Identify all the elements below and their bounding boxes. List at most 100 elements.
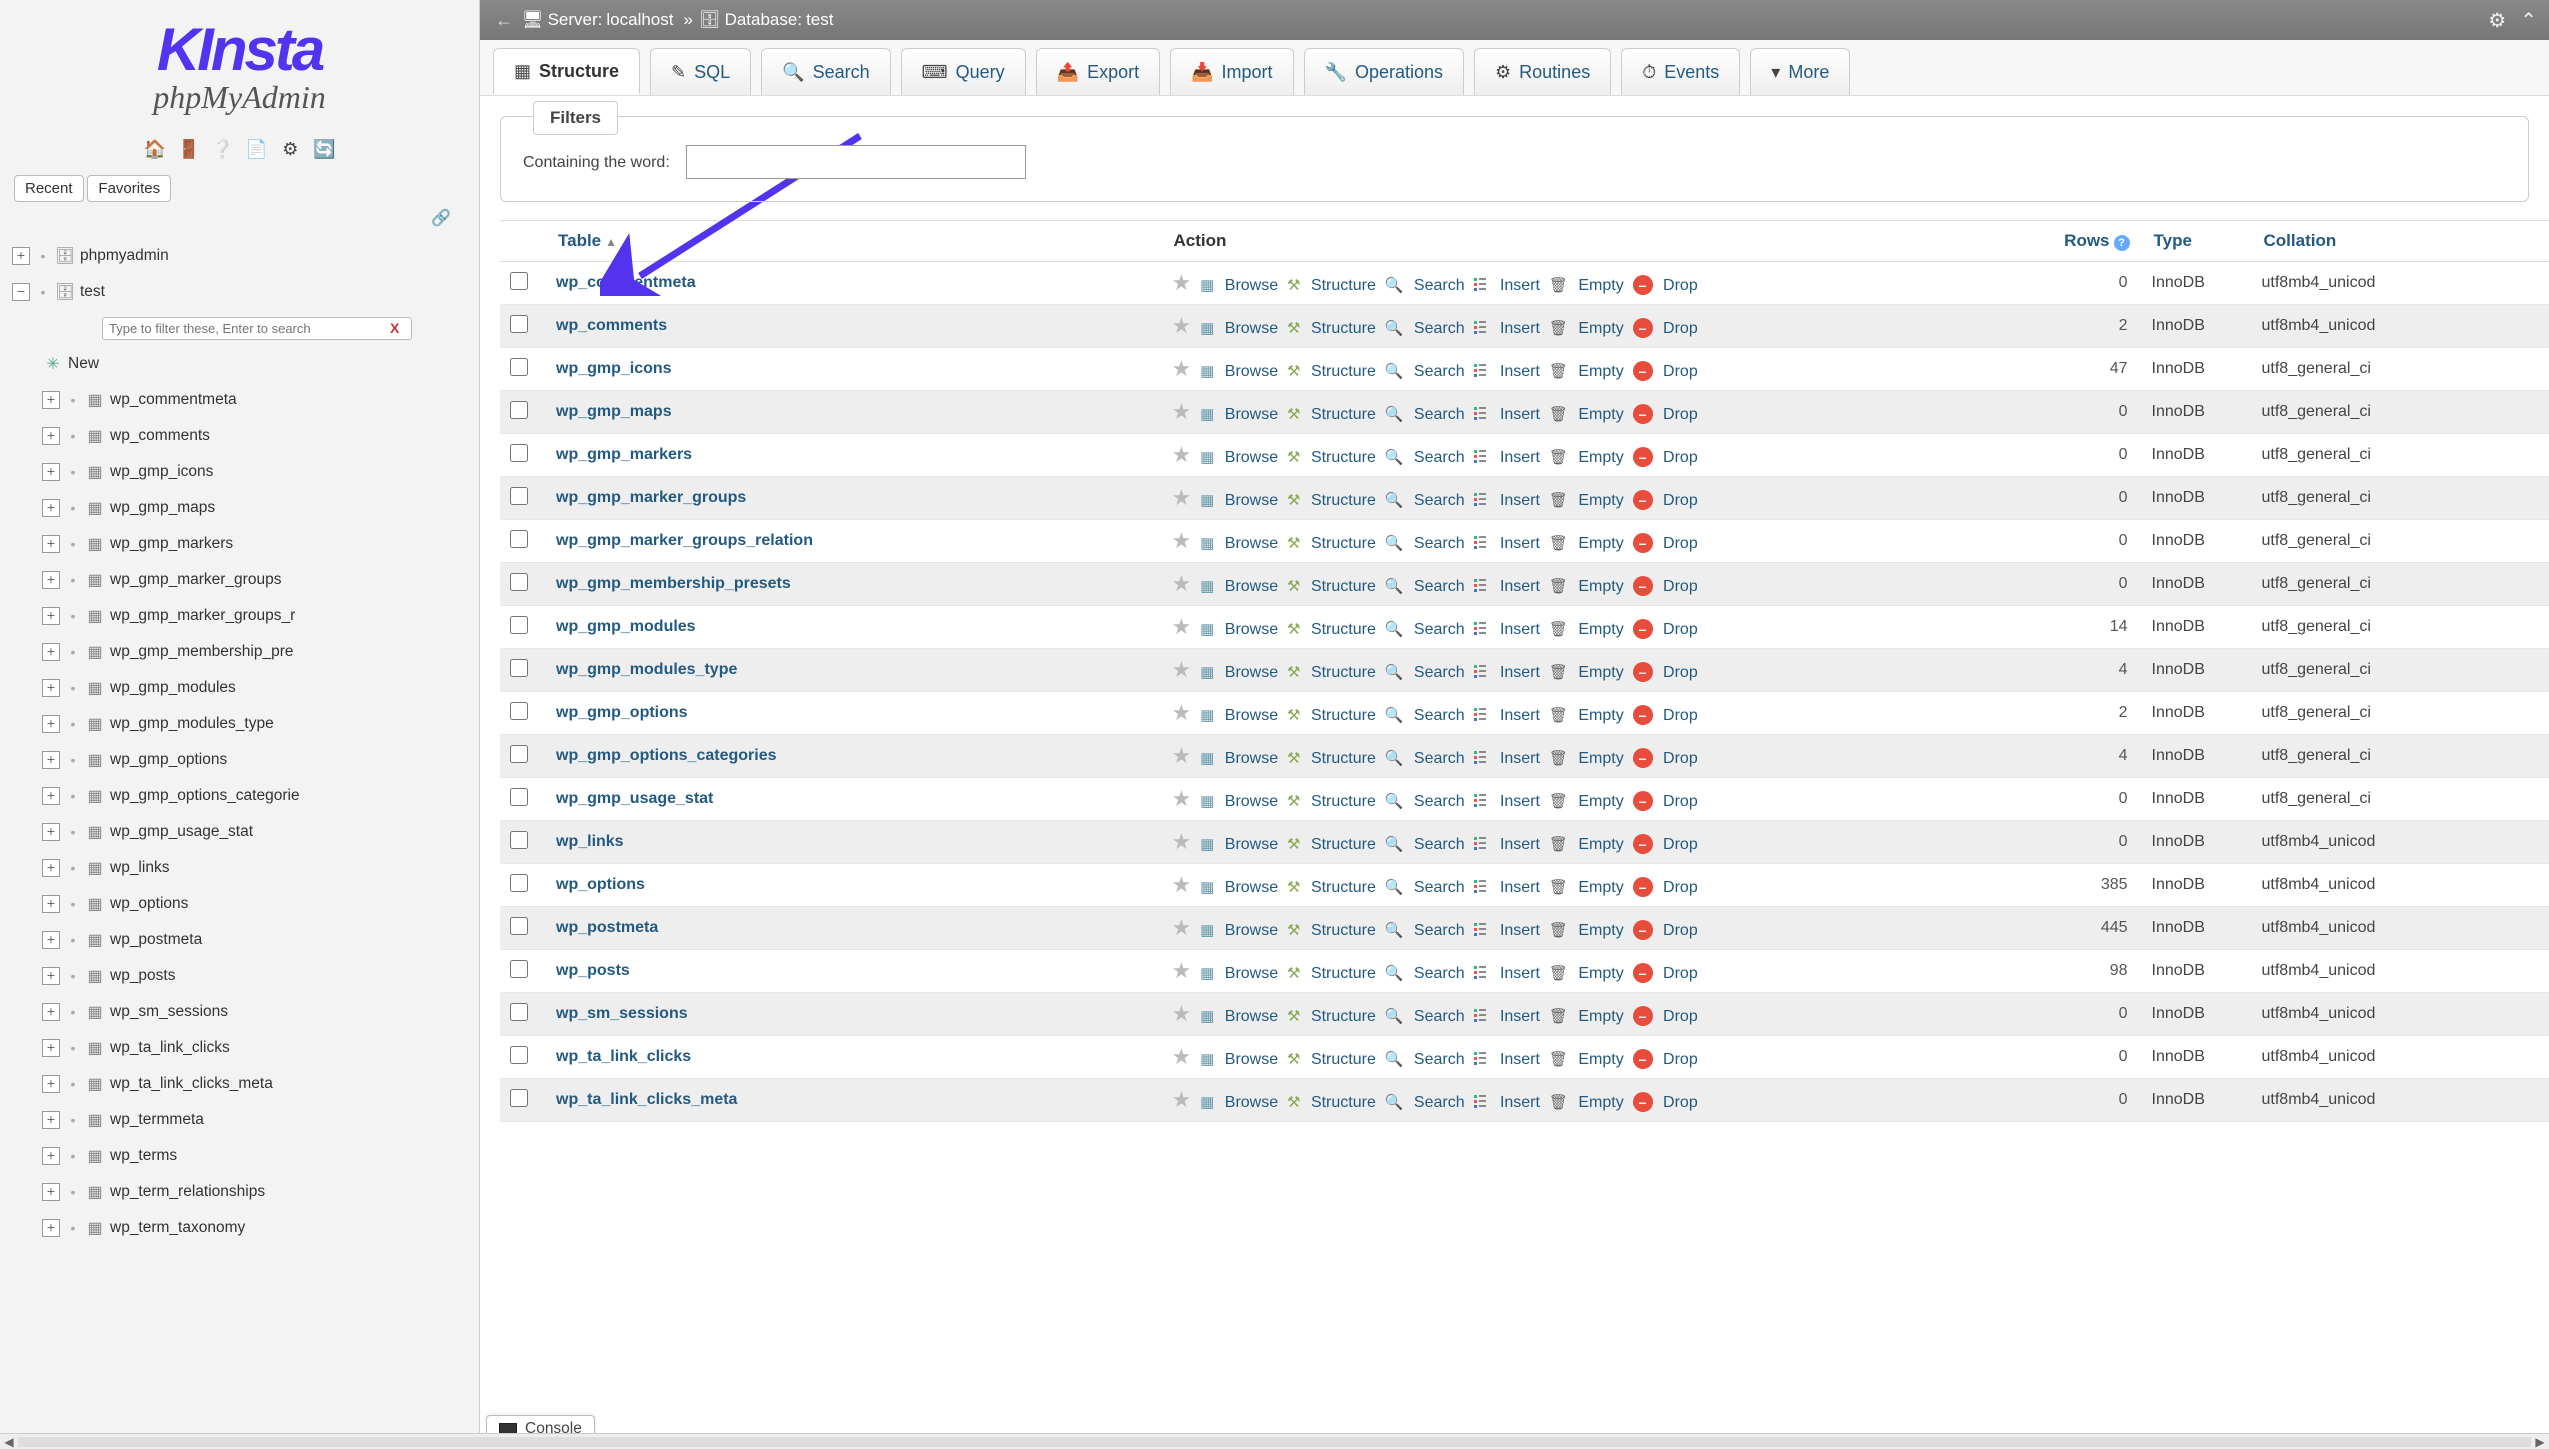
row-checkbox[interactable]: [510, 874, 528, 892]
tree-table-item[interactable]: +•▦wp_term_taxonomy: [6, 1210, 479, 1246]
clear-filter-icon[interactable]: X: [390, 320, 399, 336]
favorite-star-icon[interactable]: ★: [1172, 786, 1192, 811]
structure-action[interactable]: Structure: [1311, 750, 1376, 767]
empty-action[interactable]: Empty: [1578, 793, 1623, 810]
favorite-star-icon[interactable]: ★: [1172, 614, 1192, 639]
favorite-star-icon[interactable]: ★: [1172, 270, 1192, 295]
empty-action[interactable]: Empty: [1578, 277, 1623, 294]
browse-action[interactable]: Browse: [1225, 578, 1278, 595]
table-name-link[interactable]: wp_commentmeta: [556, 274, 696, 291]
table-name-link[interactable]: wp_gmp_usage_stat: [556, 790, 713, 807]
tree-new[interactable]: ✳ New: [6, 346, 479, 382]
structure-action[interactable]: Structure: [1311, 922, 1376, 939]
empty-action[interactable]: Empty: [1578, 707, 1623, 724]
drop-action[interactable]: Drop: [1663, 492, 1698, 509]
drop-action[interactable]: Drop: [1663, 320, 1698, 337]
structure-action[interactable]: Structure: [1311, 578, 1376, 595]
favorite-star-icon[interactable]: ★: [1172, 399, 1192, 424]
structure-action[interactable]: Structure: [1311, 1008, 1376, 1025]
favorite-star-icon[interactable]: ★: [1172, 313, 1192, 338]
browse-action[interactable]: Browse: [1225, 707, 1278, 724]
structure-action[interactable]: Structure: [1311, 1051, 1376, 1068]
insert-action[interactable]: Insert: [1500, 449, 1540, 466]
browse-action[interactable]: Browse: [1225, 535, 1278, 552]
table-name-link[interactable]: wp_gmp_marker_groups_relation: [556, 532, 813, 549]
empty-action[interactable]: Empty: [1578, 621, 1623, 638]
insert-action[interactable]: Insert: [1500, 535, 1540, 552]
structure-action[interactable]: Structure: [1311, 664, 1376, 681]
row-checkbox[interactable]: [510, 659, 528, 677]
search-action[interactable]: Search: [1414, 363, 1465, 380]
empty-action[interactable]: Empty: [1578, 879, 1623, 896]
row-checkbox[interactable]: [510, 358, 528, 376]
drop-action[interactable]: Drop: [1663, 965, 1698, 982]
row-checkbox[interactable]: [510, 702, 528, 720]
browse-action[interactable]: Browse: [1225, 492, 1278, 509]
tab-structure[interactable]: ▦Structure: [493, 48, 640, 95]
browse-action[interactable]: Browse: [1225, 1094, 1278, 1111]
tree-table-item[interactable]: +•▦wp_terms: [6, 1138, 479, 1174]
page-top-icon[interactable]: ⌃: [2520, 8, 2537, 33]
favorite-star-icon[interactable]: ★: [1172, 700, 1192, 725]
empty-action[interactable]: Empty: [1578, 320, 1623, 337]
row-checkbox[interactable]: [510, 315, 528, 333]
insert-action[interactable]: Insert: [1500, 879, 1540, 896]
row-checkbox[interactable]: [510, 444, 528, 462]
table-name-link[interactable]: wp_gmp_markers: [556, 446, 692, 463]
insert-action[interactable]: Insert: [1500, 750, 1540, 767]
empty-action[interactable]: Empty: [1578, 922, 1623, 939]
table-name-link[interactable]: wp_gmp_options_categories: [556, 747, 777, 764]
row-checkbox[interactable]: [510, 573, 528, 591]
logout-icon[interactable]: 🚪: [177, 139, 201, 163]
empty-action[interactable]: Empty: [1578, 449, 1623, 466]
settings-gear-icon[interactable]: ⚙: [2488, 8, 2506, 33]
insert-action[interactable]: Insert: [1500, 922, 1540, 939]
structure-action[interactable]: Structure: [1311, 320, 1376, 337]
empty-action[interactable]: Empty: [1578, 492, 1623, 509]
tree-table-item[interactable]: +•▦wp_gmp_options_categorie: [6, 778, 479, 814]
tree-table-item[interactable]: +•▦wp_posts: [6, 958, 479, 994]
insert-action[interactable]: Insert: [1500, 406, 1540, 423]
favorite-star-icon[interactable]: ★: [1172, 743, 1192, 768]
empty-action[interactable]: Empty: [1578, 965, 1623, 982]
browse-action[interactable]: Browse: [1225, 836, 1278, 853]
table-name-link[interactable]: wp_sm_sessions: [556, 1005, 688, 1022]
table-name-link[interactable]: wp_gmp_modules: [556, 618, 696, 635]
search-action[interactable]: Search: [1414, 320, 1465, 337]
table-name-link[interactable]: wp_links: [556, 833, 624, 850]
empty-action[interactable]: Empty: [1578, 750, 1623, 767]
empty-action[interactable]: Empty: [1578, 836, 1623, 853]
browse-action[interactable]: Browse: [1225, 1008, 1278, 1025]
empty-action[interactable]: Empty: [1578, 664, 1623, 681]
tree-table-item[interactable]: +•▦wp_gmp_icons: [6, 454, 479, 490]
table-name-link[interactable]: wp_gmp_membership_presets: [556, 575, 791, 592]
table-name-link[interactable]: wp_options: [556, 876, 645, 893]
search-action[interactable]: Search: [1414, 664, 1465, 681]
insert-action[interactable]: Insert: [1500, 363, 1540, 380]
empty-action[interactable]: Empty: [1578, 406, 1623, 423]
drop-action[interactable]: Drop: [1663, 664, 1698, 681]
table-name-link[interactable]: wp_comments: [556, 317, 667, 334]
drop-action[interactable]: Drop: [1663, 363, 1698, 380]
drop-action[interactable]: Drop: [1663, 836, 1698, 853]
table-name-link[interactable]: wp_gmp_options: [556, 704, 688, 721]
tree-table-item[interactable]: +•▦wp_commentmeta: [6, 382, 479, 418]
tab-routines[interactable]: ⚙Routines: [1474, 48, 1611, 95]
structure-action[interactable]: Structure: [1311, 449, 1376, 466]
empty-action[interactable]: Empty: [1578, 535, 1623, 552]
col-collation[interactable]: Collation: [2252, 221, 2549, 262]
insert-action[interactable]: Insert: [1500, 1051, 1540, 1068]
search-action[interactable]: Search: [1414, 277, 1465, 294]
search-action[interactable]: Search: [1414, 1051, 1465, 1068]
empty-action[interactable]: Empty: [1578, 363, 1623, 380]
filter-word-input[interactable]: [686, 145, 1026, 179]
insert-action[interactable]: Insert: [1500, 965, 1540, 982]
tree-table-item[interactable]: +•▦wp_gmp_modules: [6, 670, 479, 706]
browse-action[interactable]: Browse: [1225, 406, 1278, 423]
browse-action[interactable]: Browse: [1225, 793, 1278, 810]
row-checkbox[interactable]: [510, 272, 528, 290]
insert-action[interactable]: Insert: [1500, 621, 1540, 638]
search-action[interactable]: Search: [1414, 578, 1465, 595]
drop-action[interactable]: Drop: [1663, 750, 1698, 767]
nav-link-icon[interactable]: 🔗: [431, 210, 451, 227]
